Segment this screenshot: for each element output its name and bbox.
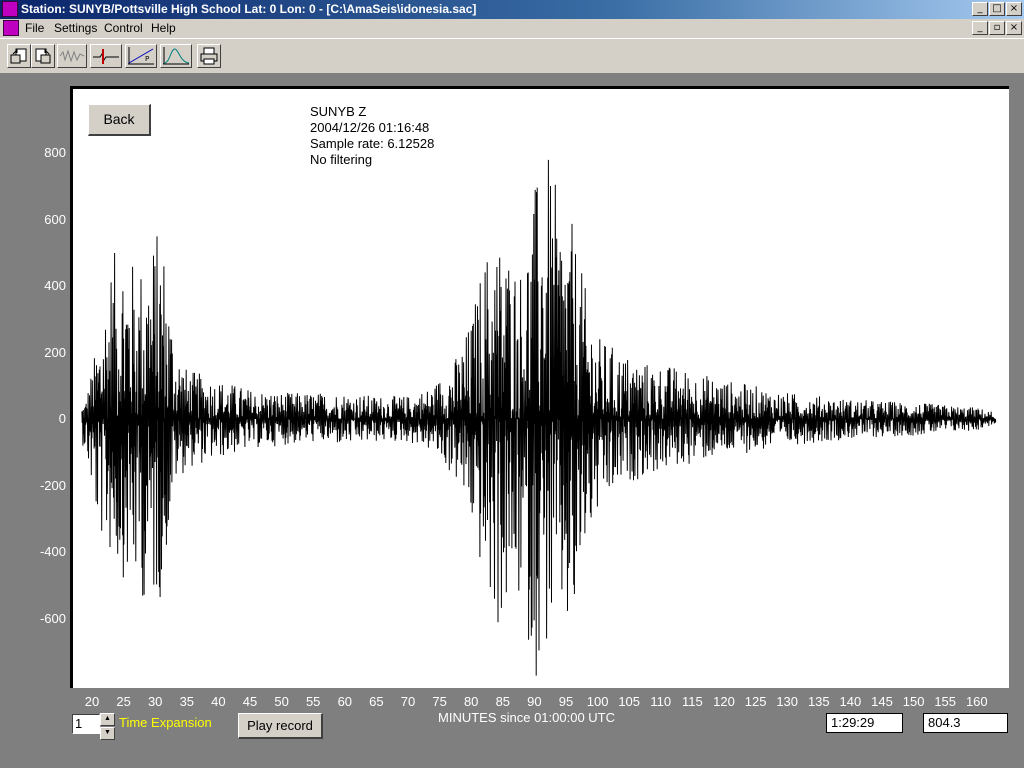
x-tick-label: 95 [558,694,574,709]
y-tick-label: 400 [44,278,66,293]
close-button[interactable]: × [1006,2,1022,16]
x-tick-label: 105 [618,694,641,709]
x-tick-label: 60 [337,694,353,709]
maximize-button[interactable]: □ [989,2,1005,16]
child-close-button[interactable]: × [1006,21,1022,35]
y-tick-label: 200 [44,344,66,360]
seismogram-chart [81,159,997,676]
x-tick-label: 140 [839,694,862,709]
svg-text:P: P [145,55,149,63]
window-title: Station: SUNYB/Pottsville High School La… [21,2,477,16]
menu-help[interactable]: Help [151,21,176,35]
travel-time-icon[interactable]: P [125,44,157,68]
x-tick-label: 40 [211,694,226,709]
x-tick-label: 120 [713,694,735,709]
x-tick-label: 85 [495,694,511,709]
filter-label: No filtering [310,152,373,167]
x-tick-label: 75 [432,694,447,709]
x-tick-label: 130 [776,694,799,709]
seismogram-trace [81,159,997,676]
seismogram-plot[interactable] [70,86,1009,688]
save-file-icon[interactable] [31,44,55,68]
menu-bar: File Settings Control Help _ ▫ × [0,19,1024,38]
x-tick-label: 90 [527,694,542,709]
x-tick-label: 70 [400,694,416,709]
sample-rate-label: Sample rate: 6.12528 [310,136,435,151]
toolbar: P [0,38,1024,74]
time-expansion-input[interactable]: 1 [72,714,100,734]
station-label: SUNYB Z [310,104,367,119]
x-tick-label: 20 [84,694,100,709]
menu-settings[interactable]: Settings [54,21,97,35]
pick-marker-icon[interactable] [90,44,122,68]
spectrum-icon[interactable] [160,44,192,68]
x-tick-label: 35 [179,694,195,709]
x-axis-label: MINUTES since 01:00:00 UTC [438,710,616,725]
menu-file[interactable]: File [25,21,44,35]
x-tick-label: 145 [871,694,893,709]
x-tick-label: 135 [807,694,830,709]
x-tick-label: 50 [274,694,289,709]
x-tick-label: 80 [463,694,479,709]
minimize-button[interactable]: _ [972,2,988,16]
y-tick-label: 0 [58,411,66,426]
x-tick-label: 100 [586,694,609,709]
title-bar: Station: SUNYB/Pottsville High School La… [0,0,1024,19]
print-icon[interactable] [197,44,221,68]
time-expansion-label: Time Expansion [119,715,212,730]
document-icon[interactable] [3,20,19,36]
x-tick-label: 45 [242,694,258,709]
y-tick-label: 800 [44,145,66,160]
time-readout: 1:29:29 [826,713,903,733]
spin-up-button[interactable]: ▲ [100,713,115,726]
x-tick-label: 30 [147,694,163,709]
child-restore-button[interactable]: ▫ [989,21,1005,35]
x-tick-label: 55 [305,694,321,709]
y-tick-label: -200 [39,477,66,493]
x-tick-label: 160 [965,694,988,709]
x-tick-label: 110 [650,694,672,709]
x-tick-label: 150 [902,694,925,709]
app-icon[interactable] [2,1,18,17]
x-tick-label: 155 [934,694,957,709]
x-tick-label: 25 [116,694,131,709]
open-file-icon[interactable] [7,44,31,68]
play-record-button[interactable]: Play record [238,713,323,739]
y-tick-label: -400 [39,544,66,559]
x-tick-label: 115 [682,694,703,709]
spin-down-button[interactable]: ▼ [100,727,115,740]
y-tick-label: 600 [44,211,66,227]
x-tick-label: 125 [744,694,767,709]
amplitude-readout: 804.3 [923,713,1008,733]
menu-control[interactable]: Control [104,21,143,35]
child-minimize-button[interactable]: _ [972,21,988,35]
waveform-icon[interactable] [57,44,87,68]
x-tick-label: 65 [369,694,384,709]
back-button[interactable]: Back [88,104,151,136]
y-tick-label: -600 [39,610,66,626]
datetime-label: 2004/12/26 01:16:48 [310,120,430,135]
